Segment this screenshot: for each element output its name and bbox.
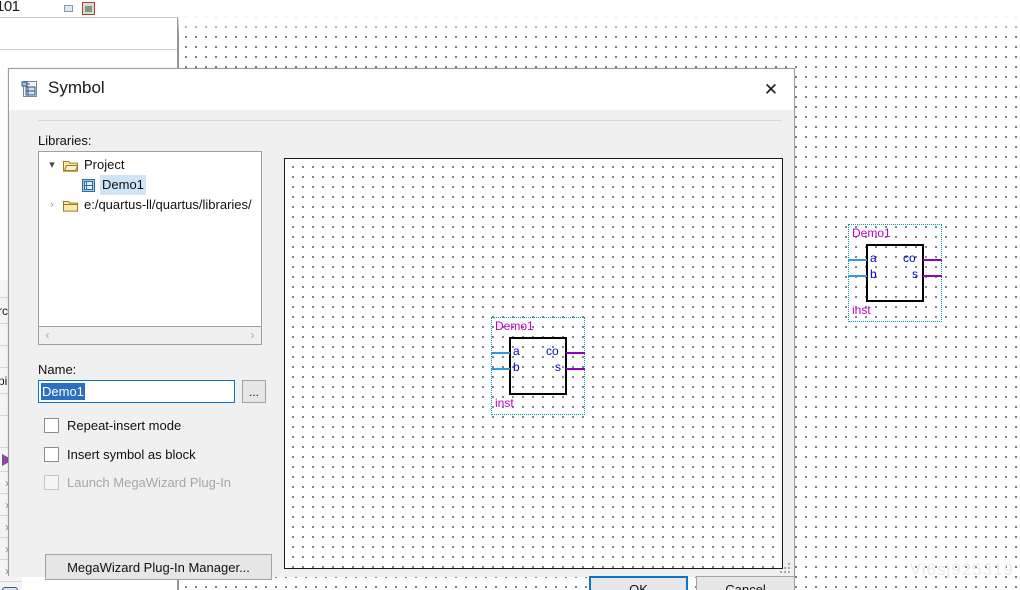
vtoolbar-item-stack[interactable]: [0, 582, 22, 590]
dialog-separator: [38, 120, 781, 121]
pin-label-s: s: [555, 360, 561, 374]
input-wire-a: [848, 259, 867, 261]
tree-item-project[interactable]: ▾ Project: [39, 155, 261, 175]
libraries-label: Libraries:: [38, 133, 92, 148]
chevron-down-icon[interactable]: ▾: [45, 155, 59, 175]
symbol-preview-pane[interactable]: Demo1 a b co s inst: [284, 158, 783, 569]
libraries-tree[interactable]: ▾ Project Demo1 › e:/quartus-ll/quartus/…: [38, 151, 262, 327]
pin-label-s: s: [912, 267, 918, 281]
cancel-button[interactable]: Cancel: [696, 576, 795, 590]
panel-icon[interactable]: [64, 5, 73, 12]
left-panel-tabstrip[interactable]: 101: [0, 0, 178, 18]
screen: Demo1 a b co s inst Vi6sj925319 101: [0, 0, 1020, 590]
folder-closed-icon: [63, 201, 78, 212]
left-panel-header-area: [0, 18, 177, 50]
scroll-right-icon[interactable]: ›: [244, 327, 261, 343]
dialog-titlebar[interactable]: Symbol ✕: [9, 69, 794, 110]
input-wire-b: [848, 275, 867, 277]
pin-label-a: a: [870, 251, 877, 265]
browse-button[interactable]: ...: [242, 380, 266, 403]
output-wire-co: [923, 259, 942, 261]
output-wire-s: [566, 368, 585, 370]
scroll-left-icon[interactable]: ‹: [39, 327, 56, 343]
tree-item-libraries-path[interactable]: › e:/quartus-ll/quartus/libraries/: [39, 195, 261, 215]
output-wire-s: [923, 275, 942, 277]
symbol-instance-label: inst: [852, 303, 871, 317]
ok-button[interactable]: OK: [589, 576, 688, 590]
dialog-body: Libraries: ▾ Project Demo1 › e:/quartus-…: [9, 110, 795, 590]
symbol-window-icon: [21, 81, 37, 97]
name-label: Name:: [38, 362, 77, 377]
input-wire-a: [491, 352, 510, 354]
tree-item-label: e:/quartus-ll/quartus/libraries/: [84, 197, 252, 212]
tab-label-fragment: 101: [0, 0, 20, 15]
tree-item-label: Demo1: [100, 175, 146, 195]
symbol-title: Demo1: [495, 319, 534, 333]
symbol-title: Demo1: [852, 226, 891, 240]
tree-item-label: Project: [84, 157, 125, 172]
block-editor-icon[interactable]: [82, 2, 95, 15]
stack-icon: [2, 586, 18, 590]
folder-open-icon: [63, 161, 78, 172]
libraries-tree-hscrollbar[interactable]: ‹ ›: [38, 327, 262, 345]
input-wire-b: [491, 368, 510, 370]
close-icon[interactable]: ✕: [748, 69, 794, 110]
pin-label-a: a: [513, 344, 520, 358]
resize-grip[interactable]: [780, 563, 792, 575]
output-wire-co: [566, 352, 585, 354]
tree-item-demo1[interactable]: Demo1: [39, 175, 261, 195]
name-input-selected-text: Demo1: [41, 383, 85, 400]
megawizard-plugin-manager-button[interactable]: MegaWizard Plug-In Manager...: [45, 554, 272, 580]
checkbox-label: Insert symbol as block: [67, 447, 196, 462]
pin-label-co: co: [546, 344, 559, 358]
preview-symbol-block[interactable]: Demo1 a b co s inst: [491, 317, 585, 415]
chevron-right-icon[interactable]: ›: [45, 195, 59, 215]
dialog-title: Symbol: [48, 78, 105, 97]
pin-label-b: b: [513, 360, 520, 374]
checkbox-box: [44, 475, 59, 490]
checkbox-box[interactable]: [44, 447, 59, 462]
hscroll-track[interactable]: [56, 327, 244, 343]
canvas-symbol-block[interactable]: Demo1 a b co s inst: [848, 224, 942, 322]
symbol-instance-label: inst: [495, 396, 514, 410]
symbol-file-icon: [82, 179, 95, 192]
canvas-watermark: Vi6sj925319: [909, 560, 1014, 579]
checkbox-box[interactable]: [44, 418, 59, 433]
checkbox-label: Launch MegaWizard Plug-In: [67, 475, 232, 490]
checkbox-label: Repeat-insert mode: [67, 418, 182, 433]
pin-label-co: co: [903, 251, 916, 265]
pin-label-b: b: [870, 267, 877, 281]
symbol-dialog: Symbol ✕ Libraries: ▾ Project Demo1 › e:…: [8, 68, 795, 590]
